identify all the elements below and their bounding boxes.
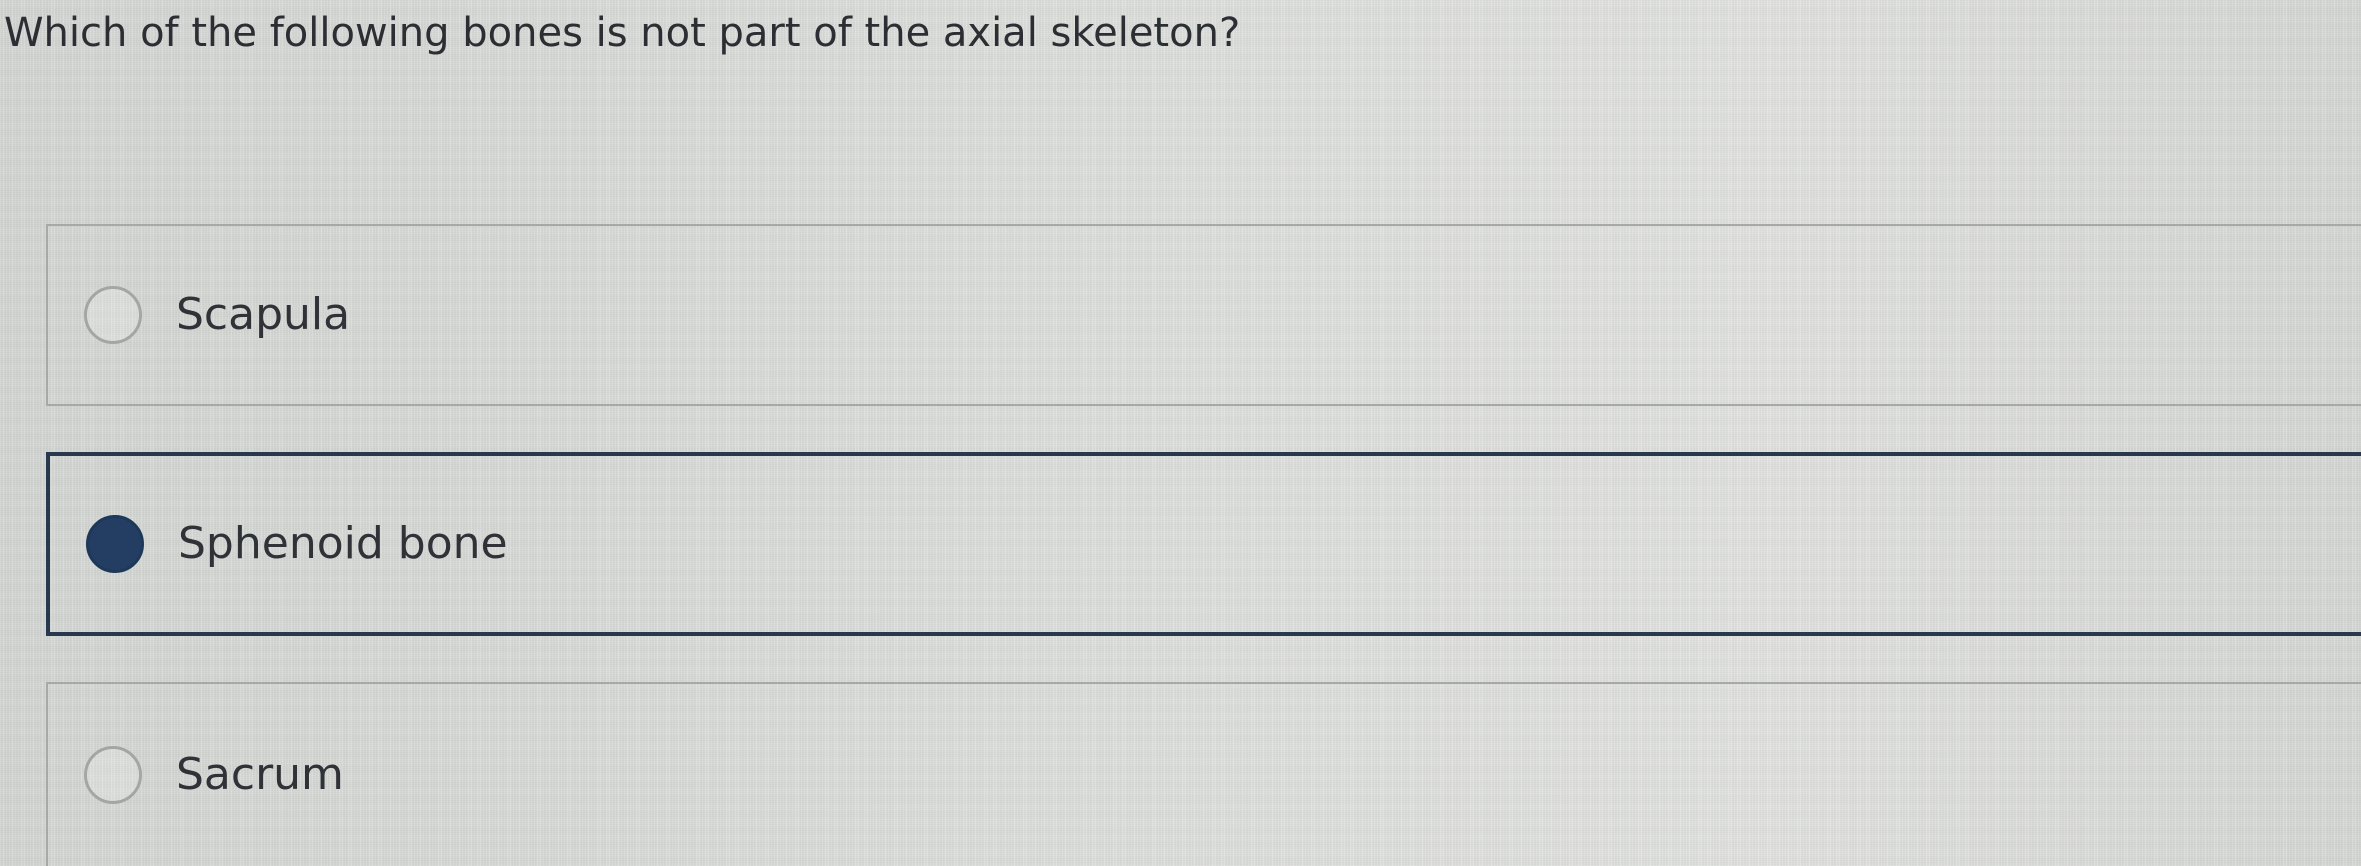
radio-button-icon[interactable] — [84, 286, 142, 344]
radio-button-selected-icon[interactable] — [86, 515, 144, 573]
answer-options: Scapula Sphenoid bone Sacrum — [46, 224, 2361, 866]
option-label: Scapula — [176, 289, 351, 340]
radio-button-icon[interactable] — [84, 746, 142, 804]
option-label: Sacrum — [176, 749, 344, 800]
option-sphenoid-bone[interactable]: Sphenoid bone — [46, 452, 2361, 636]
option-label: Sphenoid bone — [178, 518, 508, 569]
option-scapula[interactable]: Scapula — [46, 224, 2361, 406]
option-sacrum[interactable]: Sacrum — [46, 682, 2361, 866]
question-text: Which of the following bones is not part… — [4, 10, 1241, 56]
